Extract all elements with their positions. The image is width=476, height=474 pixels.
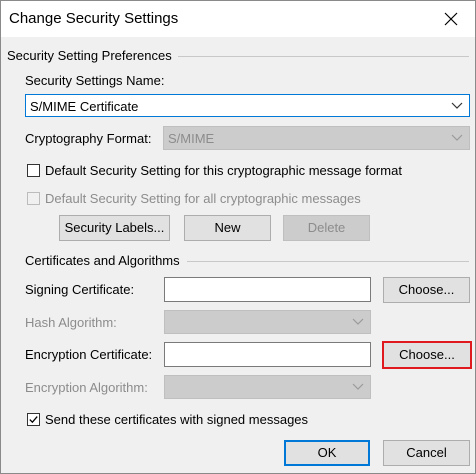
encryption-algorithm-label: Encryption Algorithm: — [25, 380, 148, 395]
certificates-group-line — [187, 261, 469, 262]
signing-choose-button[interactable]: Choose... — [383, 277, 470, 303]
window-title: Change Security Settings — [9, 10, 179, 27]
security-labels-button[interactable]: Security Labels... — [59, 215, 170, 241]
change-security-settings-dialog: Change Security Settings Security Settin… — [0, 0, 476, 474]
security-settings-name-combo[interactable]: S/MIME Certificate — [25, 94, 470, 117]
chevron-down-icon — [451, 102, 463, 109]
security-settings-name-value: S/MIME Certificate — [30, 99, 139, 114]
security-settings-name-label: Security Settings Name: — [25, 73, 165, 88]
cryptography-format-label: Cryptography Format: — [25, 131, 152, 146]
close-button[interactable] — [431, 3, 471, 35]
encryption-certificate-label: Encryption Certificate: — [25, 347, 153, 362]
cancel-button[interactable]: Cancel — [383, 440, 470, 466]
encryption-choose-button[interactable]: Choose... — [382, 341, 472, 369]
send-certificates-checkbox[interactable] — [27, 413, 40, 426]
encryption-algorithm-combo[interactable] — [164, 375, 371, 399]
cryptography-format-combo[interactable]: S/MIME — [163, 126, 470, 150]
signing-certificate-field[interactable] — [164, 277, 371, 302]
delete-button[interactable]: Delete — [283, 215, 370, 241]
default-format-label: Default Security Setting for this crypto… — [45, 163, 402, 178]
new-button[interactable]: New — [184, 215, 271, 241]
chevron-down-icon — [352, 383, 364, 390]
title-bar: Change Security Settings — [1, 1, 475, 37]
certificates-group-label: Certificates and Algorithms — [25, 253, 186, 268]
default-format-checkbox[interactable] — [27, 164, 40, 177]
send-certificates-label: Send these certificates with signed mess… — [45, 412, 309, 427]
close-icon — [444, 12, 458, 26]
default-all-label: Default Security Setting for all cryptog… — [45, 191, 361, 206]
hash-algorithm-combo[interactable] — [164, 310, 371, 334]
default-all-checkbox[interactable] — [27, 192, 40, 205]
hash-algorithm-label: Hash Algorithm: — [25, 315, 117, 330]
chevron-down-icon — [451, 134, 463, 141]
chevron-down-icon — [352, 318, 364, 325]
preferences-group-label: Security Setting Preferences — [7, 48, 178, 63]
encryption-certificate-field[interactable] — [164, 342, 371, 367]
ok-button[interactable]: OK — [284, 440, 370, 466]
cryptography-format-value: S/MIME — [168, 131, 215, 146]
signing-certificate-label: Signing Certificate: — [25, 282, 135, 297]
checkmark-icon — [29, 416, 38, 424]
